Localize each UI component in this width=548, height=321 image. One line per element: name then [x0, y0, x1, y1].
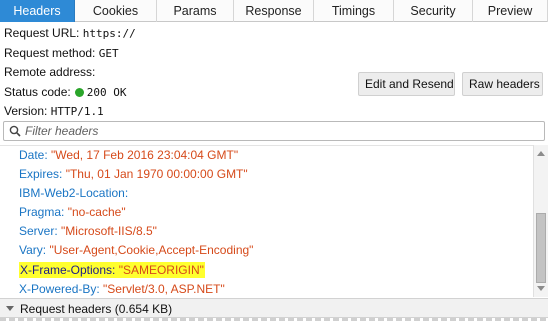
filter-headers-box: [3, 121, 545, 141]
status-ok-icon: [74, 87, 84, 97]
request-summary: Request URL: https:// Request method: GE…: [4, 24, 344, 122]
tab-security[interactable]: Security: [394, 0, 473, 22]
tab-cookies[interactable]: Cookies: [75, 0, 157, 22]
header-name: Server: [19, 224, 55, 239]
tab-timings[interactable]: Timings: [314, 0, 394, 22]
header-value: "Thu, 01 Jan 1970 00:00:00 GMT": [65, 167, 248, 182]
search-icon: [9, 125, 21, 137]
response-headers-list: Date: "Wed, 17 Feb 2016 23:04:04 GMT" Ex…: [0, 145, 533, 297]
header-name: IBM-Web2-Location: [19, 186, 125, 201]
header-name: X-Powered-By: [19, 281, 97, 296]
header-name: Pragma: [19, 205, 62, 220]
status-code-value: 200 OK: [86, 85, 127, 99]
remote-address-label: Remote address:: [4, 65, 96, 79]
request-url-label: Request URL:: [4, 26, 80, 40]
header-value: "SAMEORIGIN": [118, 262, 204, 277]
raw-headers-button[interactable]: Raw headers: [462, 72, 543, 96]
header-name: Date: [19, 148, 45, 162]
version-label: Version:: [4, 104, 48, 118]
request-url-value[interactable]: https://: [83, 27, 136, 40]
request-headers-section[interactable]: Request headers (0.654 KB): [0, 298, 548, 318]
edit-and-resend-button[interactable]: Edit and Resend: [358, 72, 455, 96]
header-row-ibm-web2-location[interactable]: IBM-Web2-Location:: [0, 184, 533, 203]
scrollbar-thumb[interactable]: [536, 213, 546, 283]
scroll-up-icon[interactable]: [537, 151, 545, 156]
header-row-x-powered-by[interactable]: X-Powered-By: "Servlet/3.0, ASP.NET": [0, 280, 533, 297]
tab-response[interactable]: Response: [234, 0, 314, 22]
filter-headers-input[interactable]: [25, 123, 535, 139]
header-row-vary[interactable]: Vary: "User-Agent,Cookie,Accept-Encoding…: [0, 241, 533, 260]
tab-params[interactable]: Params: [157, 0, 234, 22]
remote-address-row: Remote address:: [4, 63, 344, 83]
request-method-label: Request method:: [4, 45, 96, 60]
tab-preview[interactable]: Preview: [473, 0, 548, 22]
vertical-scrollbar[interactable]: [533, 145, 548, 297]
tab-bar: Headers Cookies Params Response Timings …: [0, 0, 548, 22]
scroll-down-icon[interactable]: [537, 286, 545, 291]
status-code-row: Status code: 200 OK: [4, 83, 344, 103]
request-url-row: Request URL: https://: [4, 24, 344, 44]
header-value: "Wed, 17 Feb 2016 23:04:04 GMT": [51, 148, 239, 162]
header-row-x-frame-options[interactable]: X-Frame-Options: "SAMEORIGIN": [0, 261, 533, 280]
highlight-marker: X-Frame-Options: "SAMEORIGIN": [19, 261, 205, 278]
header-row-expires[interactable]: Expires: "Thu, 01 Jan 1970 00:00:00 GMT": [0, 165, 533, 184]
version-value: HTTP/1.1: [50, 105, 104, 118]
header-value: "no-cache": [67, 205, 126, 220]
request-method-row: Request method: GET: [4, 44, 344, 64]
header-value: "User-Agent,Cookie,Accept-Encoding": [49, 243, 254, 258]
request-method-value: GET: [98, 46, 119, 60]
tab-headers[interactable]: Headers: [0, 0, 75, 22]
status-code-label: Status code:: [4, 84, 71, 99]
header-row-date[interactable]: Date: "Wed, 17 Feb 2016 23:04:04 GMT": [0, 146, 533, 165]
collapse-caret-icon[interactable]: [6, 306, 14, 311]
header-name: Vary: [19, 243, 43, 258]
header-row-pragma[interactable]: Pragma: "no-cache": [0, 203, 533, 222]
request-headers-section-label: Request headers (0.654 KB): [20, 302, 173, 316]
header-name: Expires: [19, 167, 60, 182]
header-name: X-Frame-Options: [20, 262, 113, 277]
header-value: "Servlet/3.0, ASP.NET": [103, 281, 225, 296]
header-row-server[interactable]: Server: "Microsoft-IIS/8.5": [0, 222, 533, 241]
version-row: Version: HTTP/1.1: [4, 102, 344, 122]
header-value: "Microsoft-IIS/8.5": [61, 224, 157, 239]
